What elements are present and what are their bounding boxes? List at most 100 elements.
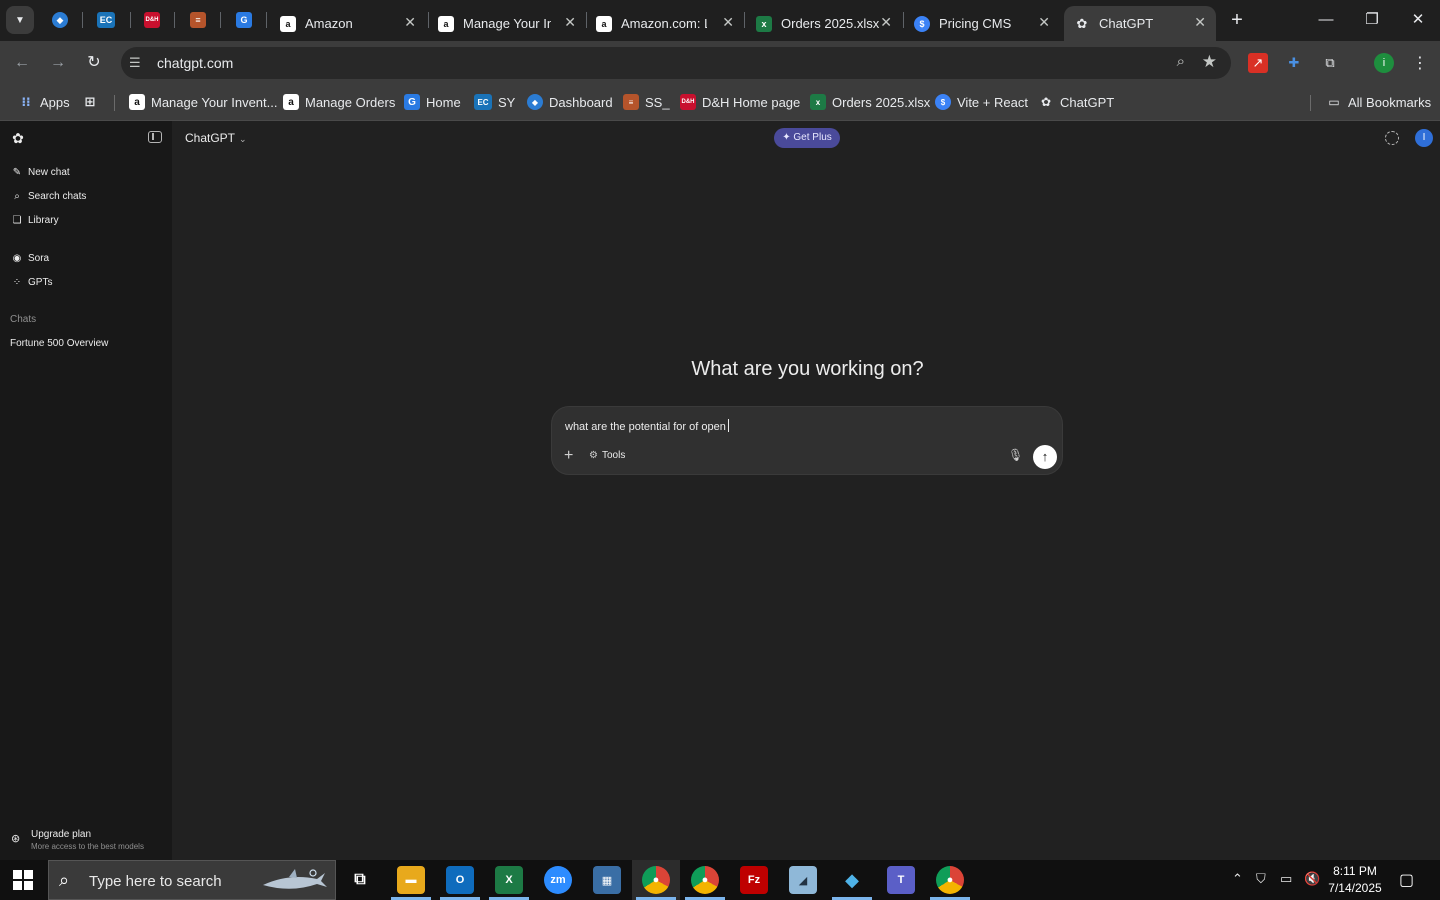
- clock-date: 7/14/2025: [1328, 881, 1382, 895]
- volume-muted-icon[interactable]: 🔇: [1304, 871, 1320, 887]
- tab-manage-inventory[interactable]: a Manage Your Inventory ✕: [428, 6, 586, 41]
- security-tray-icon[interactable]: ⛉: [1256, 871, 1266, 887]
- sidebar-item-search-chats[interactable]: ⌕ Search chats: [11, 188, 86, 204]
- address-bar[interactable]: ☰ chatgpt.com ⌕ ★: [121, 47, 1231, 79]
- chrome-secondary-icon[interactable]: ●: [936, 866, 964, 894]
- tab-chatgpt[interactable]: ✿ ChatGPT ✕: [1064, 6, 1216, 41]
- bookmark-dashboard[interactable]: ◆ Dashboard: [527, 92, 613, 112]
- taskbar-clock[interactable]: 8:11 PM 7/14/2025: [1322, 863, 1388, 897]
- sidebar-item-gpts[interactable]: ⁘ GPTs: [11, 274, 53, 290]
- tab-label: ChatGPT: [1099, 16, 1154, 31]
- menu-kebab-icon[interactable]: ⋮: [1410, 53, 1430, 73]
- restore-icon: ❐: [1365, 11, 1379, 28]
- tab-amazon[interactable]: a Amazon ✕: [270, 6, 426, 41]
- pinned-tab-2[interactable]: EC: [92, 8, 120, 32]
- openai-logo-icon[interactable]: ✿: [10, 130, 26, 146]
- pinned-tab-3[interactable]: D&H: [138, 8, 166, 32]
- zoom-icon[interactable]: ⌕: [1177, 53, 1185, 70]
- extension-puzzle-icon[interactable]: ✚: [1284, 53, 1304, 73]
- bookmark-label: Orders 2025.xlsx: [832, 94, 931, 110]
- close-icon[interactable]: ✕: [404, 14, 416, 31]
- forward-button[interactable]: →: [45, 51, 71, 75]
- start-button[interactable]: [13, 870, 33, 890]
- bookmark-star-icon[interactable]: ★: [1202, 52, 1217, 72]
- filezilla-icon[interactable]: Fz: [740, 866, 768, 894]
- bookmark-vite-react[interactable]: $ Vite + React: [935, 92, 1028, 112]
- chevron-up-icon[interactable]: ⌃: [1232, 871, 1243, 887]
- task-view-icon[interactable]: ⧉: [346, 866, 374, 894]
- model-selector[interactable]: ChatGPT ⌄: [185, 131, 247, 145]
- tab-pricing-cms[interactable]: $ Pricing CMS ✕: [904, 6, 1060, 41]
- sidebar-item-library[interactable]: ❏ Library: [11, 212, 59, 228]
- close-icon[interactable]: ✕: [880, 14, 892, 31]
- chrome-profile-icon[interactable]: ●: [691, 866, 719, 894]
- get-plus-button[interactable]: ✦ Get Plus: [774, 128, 840, 148]
- attach-plus-icon[interactable]: +: [564, 448, 573, 464]
- restore-button[interactable]: ❐: [1357, 8, 1387, 32]
- tab-separator: [174, 12, 175, 28]
- bookmark-orders-xlsx[interactable]: x Orders 2025.xlsx: [810, 92, 930, 112]
- back-button[interactable]: ←: [9, 51, 35, 75]
- new-tab-button[interactable]: +: [1225, 8, 1249, 32]
- sidebar-toggle-icon[interactable]: [148, 131, 162, 143]
- close-icon[interactable]: ✕: [564, 14, 576, 31]
- notes-app-icon[interactable]: ◢: [789, 866, 817, 894]
- zoom-app-icon[interactable]: zm: [544, 866, 572, 894]
- chats-heading: Chats: [10, 314, 37, 325]
- bookmark-chatgpt[interactable]: ✿ ChatGPT: [1038, 92, 1114, 112]
- openai-icon: ✿: [1076, 15, 1088, 31]
- microphone-icon[interactable]: 🎙: [1008, 448, 1023, 462]
- app-diamond-icon[interactable]: ◆: [838, 866, 866, 894]
- minimize-button[interactable]: —: [1311, 8, 1341, 32]
- site-settings-icon[interactable]: ☰: [129, 55, 141, 71]
- temporary-chat-icon[interactable]: [1385, 131, 1399, 145]
- pinned-tab-5[interactable]: G: [230, 8, 258, 32]
- tab-orders-xlsx[interactable]: x Orders 2025.xlsx ✕: [746, 6, 902, 41]
- bookmark-ss[interactable]: ≡ SS_: [623, 92, 670, 112]
- dh-icon: D&H: [144, 12, 160, 28]
- sidebar-item-sora[interactable]: ◉ Sora: [11, 250, 50, 266]
- pinned-tab-1[interactable]: ◆: [46, 8, 74, 32]
- notifications-icon[interactable]: ▢: [1399, 870, 1414, 890]
- prompt-input[interactable]: what are the potential for of open: [565, 419, 729, 433]
- upgrade-subtitle: More access to the best models: [31, 842, 144, 851]
- excel-icon[interactable]: X: [495, 866, 523, 894]
- outlook-icon[interactable]: O: [446, 866, 474, 894]
- send-button[interactable]: ↑: [1033, 445, 1057, 469]
- reload-button[interactable]: ↻: [81, 51, 107, 75]
- close-window-button[interactable]: ✕: [1403, 8, 1433, 32]
- calculator-icon[interactable]: ▦: [593, 866, 621, 894]
- tab-search-button[interactable]: ▼: [6, 6, 34, 34]
- taskbar-search[interactable]: ⌕ Type here to search: [48, 860, 336, 900]
- file-explorer-icon[interactable]: ▬: [397, 866, 425, 894]
- bookmark-label: ChatGPT: [1060, 94, 1115, 110]
- teams-icon[interactable]: T: [887, 866, 915, 894]
- url-text[interactable]: chatgpt.com: [157, 55, 233, 71]
- tab-amazon-lg[interactable]: a Amazon.com: LG ✕: [586, 6, 744, 41]
- chrome-icon[interactable]: ●: [642, 866, 670, 894]
- close-icon[interactable]: ✕: [1038, 14, 1050, 31]
- chat-history-item[interactable]: Fortune 500 Overview: [10, 338, 108, 349]
- bookmark-manage-orders[interactable]: a Manage Orders: [283, 92, 395, 112]
- bookmark-apps[interactable]: ⁝⁝ Apps: [18, 92, 69, 112]
- close-icon[interactable]: ✕: [722, 14, 734, 31]
- amazon-icon: a: [283, 94, 299, 110]
- bookmark-dh-home[interactable]: D&H D&H Home page: [680, 92, 800, 112]
- network-icon[interactable]: ▭: [1280, 871, 1292, 887]
- bookmark-manage-inventory[interactable]: a Manage Your Invent...: [129, 92, 277, 112]
- extension-arrow-icon[interactable]: ↗: [1248, 53, 1268, 73]
- avatar[interactable]: I: [1415, 129, 1433, 147]
- prompt-composer[interactable]: what are the potential for of open + ⚙ T…: [551, 406, 1063, 475]
- all-bookmarks[interactable]: ▭ All Bookmarks: [1326, 92, 1431, 112]
- dollar-icon: $: [935, 94, 951, 110]
- tools-button[interactable]: ⚙ Tools: [589, 450, 625, 461]
- extensions-icon[interactable]: ⧉: [1320, 53, 1340, 73]
- pinned-tab-4[interactable]: ≡: [184, 8, 212, 32]
- sidebar-item-new-chat[interactable]: ✎ New chat: [11, 164, 70, 180]
- tab-label: Manage Your Inventory: [463, 16, 551, 31]
- bookmark-sy[interactable]: EC SY: [474, 92, 515, 112]
- bookmark-home[interactable]: G Home: [404, 92, 461, 112]
- profile-icon[interactable]: i: [1374, 53, 1394, 73]
- close-icon[interactable]: ✕: [1194, 14, 1206, 31]
- tab-groups-button[interactable]: ⊞: [82, 92, 98, 112]
